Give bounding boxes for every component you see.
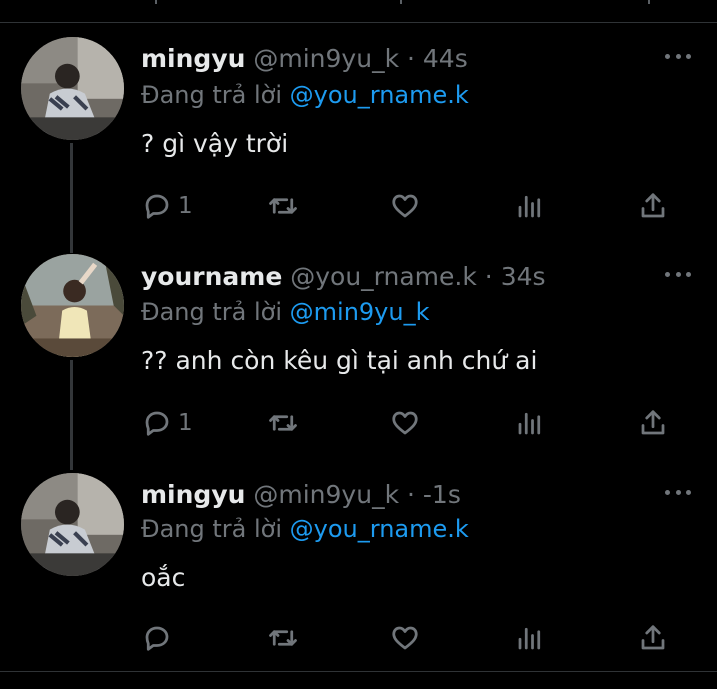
reply-button[interactable] <box>142 621 178 655</box>
mingyu-avatar-image <box>21 473 124 576</box>
views-icon <box>518 412 541 435</box>
retweet-button[interactable] <box>268 621 298 655</box>
tweet-actions: 1 <box>140 406 680 440</box>
reply-context: Đang trả lời @min9yu_k <box>141 297 430 327</box>
reply-icon <box>145 194 169 219</box>
handle[interactable]: @min9yu_k <box>253 44 399 73</box>
like-button[interactable] <box>390 621 420 655</box>
reply-prefix: Đang trả lời <box>141 81 283 109</box>
separator-dot: · <box>407 480 415 509</box>
tweet-text: oắc <box>141 563 186 592</box>
reply-mention[interactable]: @you_rname.k <box>290 81 469 109</box>
like-button[interactable] <box>390 189 420 223</box>
thread-connector <box>70 360 73 470</box>
separator-dot: · <box>484 262 493 291</box>
more-icon[interactable] <box>665 52 691 60</box>
tweet-actions <box>140 621 680 655</box>
reply-button[interactable]: 1 <box>142 189 193 223</box>
timestamp[interactable]: 44s <box>423 44 468 73</box>
more-icon[interactable] <box>665 270 691 278</box>
reply-mention[interactable]: @min9yu_k <box>290 298 430 326</box>
retweet-button[interactable] <box>268 189 298 223</box>
bottom-divider <box>0 671 717 672</box>
reply-mention[interactable]: @you_rname.k <box>290 515 469 543</box>
retweet-icon <box>269 630 297 646</box>
like-button[interactable] <box>390 406 420 440</box>
share-icon <box>641 625 665 650</box>
reply-prefix: Đang trả lời <box>141 515 283 543</box>
display-name[interactable]: yourname <box>141 262 282 291</box>
share-icon <box>641 410 665 435</box>
tweet-text: ? gì vậy trời <box>141 129 289 158</box>
timestamp[interactable]: 34s <box>501 262 546 291</box>
more-icon[interactable] <box>665 488 691 496</box>
reply-prefix: Đang trả lời <box>141 298 283 326</box>
share-button[interactable] <box>638 189 668 223</box>
views-button[interactable] <box>515 189 545 223</box>
share-button[interactable] <box>638 621 668 655</box>
avatar[interactable] <box>21 37 124 140</box>
views-button[interactable] <box>515 406 545 440</box>
tweet-text: ?? anh còn kêu gì tại anh chứ ai <box>141 346 538 375</box>
avatar[interactable] <box>21 254 124 357</box>
share-icon <box>641 193 665 218</box>
retweet-button[interactable] <box>268 406 298 440</box>
mingyu-avatar-image <box>21 37 124 140</box>
like-icon <box>392 411 418 435</box>
tweet-header: mingyu @min9yu_k · 44s <box>141 44 468 74</box>
yourname-avatar-image <box>21 254 124 357</box>
like-icon <box>392 194 418 218</box>
scroll-remnant <box>400 0 402 4</box>
retweet-icon <box>269 415 297 431</box>
tweet-header: yourname @you_rname.k · 34s <box>141 262 546 292</box>
tweet-header: mingyu @min9yu_k · -1s <box>141 480 461 510</box>
thread-connector <box>70 143 73 253</box>
views-button[interactable] <box>515 621 545 655</box>
scroll-remnant <box>648 0 650 4</box>
retweet-icon <box>269 198 297 214</box>
display-name[interactable]: mingyu <box>141 480 245 509</box>
reply-count: 1 <box>178 410 193 436</box>
tweet-actions: 1 <box>140 189 680 223</box>
share-button[interactable] <box>638 406 668 440</box>
views-icon <box>518 627 541 650</box>
avatar[interactable] <box>21 473 124 576</box>
reply-icon <box>145 626 169 651</box>
reply-icon <box>145 411 169 436</box>
reply-context: Đang trả lời @you_rname.k <box>141 80 469 110</box>
handle[interactable]: @min9yu_k <box>253 480 399 509</box>
top-divider <box>0 0 717 23</box>
display-name[interactable]: mingyu <box>141 44 245 73</box>
views-icon <box>518 195 541 218</box>
like-icon <box>392 626 418 650</box>
timestamp[interactable]: -1s <box>423 480 461 509</box>
reply-button[interactable]: 1 <box>142 406 193 440</box>
reply-context: Đang trả lời @you_rname.k <box>141 514 469 544</box>
handle[interactable]: @you_rname.k <box>290 262 477 291</box>
separator-dot: · <box>407 44 415 73</box>
scroll-remnant <box>155 0 157 4</box>
reply-count: 1 <box>178 193 193 219</box>
